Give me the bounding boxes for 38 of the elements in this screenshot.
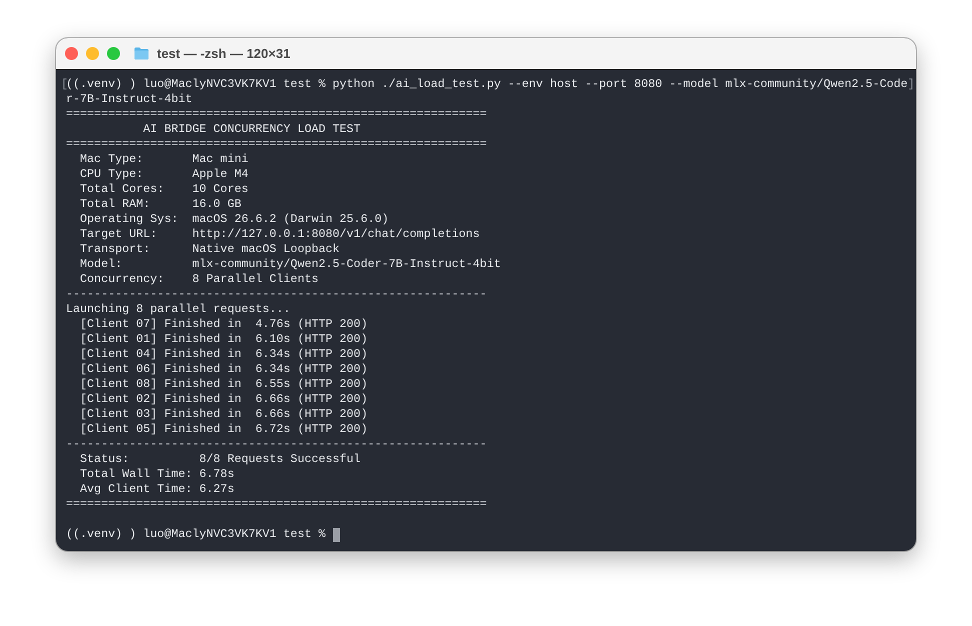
output-line: [Client 07] Finished in 4.76s (HTTP 200) [79, 317, 368, 332]
output-line: [Client 06] Finished in 6.34s (HTTP 200) [79, 362, 368, 377]
separator-line: ============================================================ [66, 497, 487, 512]
cursor [332, 528, 340, 542]
close-button[interactable] [65, 47, 78, 60]
zoom-button[interactable] [107, 47, 120, 60]
separator-line: ------------------------------------------------------------ [66, 287, 487, 302]
output-line: Status: 8/8 Requests Successful [79, 452, 361, 467]
window-title: test — -zsh — 120×31 [157, 44, 290, 63]
output-line: [Client 03] Finished in 6.66s (HTTP 200) [79, 407, 368, 422]
output-line: Target URL: http://127.0.0.1:8080/v1/chat/completions [79, 227, 480, 242]
output-line: Total Wall Time: 6.78s [79, 467, 234, 482]
output-line: Total Cores: 10 Cores [79, 182, 248, 197]
output-line: Avg Client Time: 6.27s [79, 482, 234, 497]
separator-line: ------------------------------------------------------------ [66, 437, 487, 452]
output-line: [Client 05] Finished in 6.72s (HTTP 200) [79, 422, 368, 437]
prompt-line: ((.venv) ) luo@MaclyNVC3VK7KV1 test % [66, 527, 326, 542]
bracket-mark: ] [908, 77, 915, 92]
bracket-mark: [ [61, 77, 68, 92]
output-line: Operating Sys: macOS 26.6.2 (Darwin 25.6.0) [79, 212, 389, 227]
output-line: AI BRIDGE CONCURRENCY LOAD TEST [142, 122, 361, 137]
output-line: [Client 04] Finished in 6.34s (HTTP 200) [79, 347, 368, 362]
minimize-button[interactable] [86, 47, 99, 60]
output-line: r-7B-Instruct-4bit [66, 92, 192, 107]
output-line: Transport: Native macOS Loopback [79, 242, 340, 257]
separator-line: ============================================================ [66, 137, 487, 152]
output-line: [Client 08] Finished in 6.55s (HTTP 200) [79, 377, 368, 392]
output-line: [Client 01] Finished in 6.10s (HTTP 200) [79, 332, 368, 347]
command-line: ((.venv) ) luo@MaclyNVC3VK7KV1 test % python ./ai_load_test.py --env host --port 8080 --model mlx-community/Qwen2.5-Code [66, 77, 908, 92]
output-line: CPU Type: Apple M4 [79, 167, 248, 182]
output-line: [Client 02] Finished in 6.66s (HTTP 200) [79, 392, 368, 407]
output-line: Concurrency: 8 Parallel Clients [79, 272, 318, 287]
folder-icon [134, 47, 149, 60]
output-line: Model: mlx-community/Qwen2.5-Coder-7B-Instruct-4bit [79, 257, 501, 272]
output-line: Total RAM: 16.0 GB [79, 197, 242, 212]
separator-line: ============================================================ [66, 107, 487, 122]
output-line: Launching 8 parallel requests... [66, 302, 290, 317]
output-line: Mac Type: Mac mini [79, 152, 248, 167]
